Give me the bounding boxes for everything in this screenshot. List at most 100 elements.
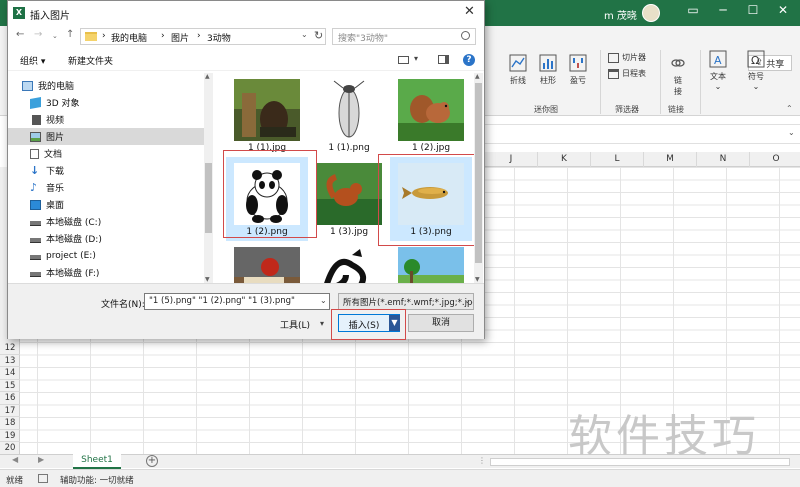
add-sheet-icon[interactable]: +: [146, 455, 158, 467]
accessibility-status[interactable]: 辅助功能: 一切就绪: [60, 474, 134, 486]
row-header[interactable]: 17: [0, 405, 20, 417]
tools-dropdown-icon[interactable]: ▾: [320, 319, 324, 328]
row-header[interactable]: 12: [0, 342, 20, 355]
cancel-button[interactable]: 取消: [408, 314, 474, 332]
excel-app-icon: X: [13, 7, 25, 19]
sparkline-column-button[interactable]: 柱形: [534, 54, 562, 86]
computer-icon: [22, 80, 33, 91]
close-window-icon[interactable]: ✕: [772, 3, 794, 17]
column-header[interactable]: K: [538, 152, 591, 167]
slicer-icon: [608, 52, 619, 63]
nav-item-music[interactable]: ♪ 音乐: [30, 179, 212, 196]
nav-pane-scrollbar[interactable]: ▲ ▼: [204, 73, 213, 283]
file-item[interactable]: 1 (1).png: [308, 73, 390, 157]
refresh-icon[interactable]: ↻: [314, 29, 323, 42]
nav-item-drive-c[interactable]: 本地磁盘 (C:): [30, 213, 212, 230]
formula-expand-icon[interactable]: ⌄: [788, 128, 795, 137]
row-header[interactable]: 19: [0, 430, 20, 442]
scroll-thumb[interactable]: [475, 83, 482, 263]
file-item[interactable]: [390, 241, 472, 283]
up-arrow-icon[interactable]: ↑: [66, 29, 74, 40]
filename-field[interactable]: "1 (5).png" "1 (2).png" "1 (3).png": [144, 293, 330, 310]
sheet-tab[interactable]: Sheet1: [73, 454, 121, 469]
forward-arrow-icon[interactable]: →: [34, 29, 42, 40]
view-options-icon[interactable]: [398, 56, 409, 64]
nav-item-drive-e[interactable]: project (E:): [30, 247, 212, 264]
new-folder-button[interactable]: 新建文件夹: [68, 54, 113, 67]
row-header[interactable]: 14: [0, 367, 20, 380]
preview-pane-icon[interactable]: [438, 55, 449, 64]
row-header[interactable]: 15: [0, 380, 20, 392]
insert-picture-dialog: X 插入图片 ✕ ← → ⌄ ↑ › 我的电脑 › 图片 › 3动物 ⌄ ↻ 搜…: [7, 0, 485, 340]
scroll-up-icon[interactable]: ▲: [205, 73, 210, 80]
scroll-down-icon[interactable]: ▼: [475, 276, 480, 283]
breadcrumb-item[interactable]: 图片: [171, 31, 189, 44]
nav-item-downloads[interactable]: ↓ 下载: [30, 162, 212, 179]
sparkline-line-button[interactable]: 折线: [504, 54, 532, 86]
tab-split-handle[interactable]: ⋮: [478, 456, 486, 465]
nav-item-desktop[interactable]: 桌面: [30, 196, 212, 213]
breadcrumb-separator[interactable]: ›: [102, 31, 106, 41]
drive-icon: [30, 238, 41, 243]
filename-dropdown-icon[interactable]: ⌄: [320, 296, 327, 305]
minimize-icon[interactable]: ─: [712, 3, 734, 17]
column-header[interactable]: O: [750, 152, 800, 167]
user-avatar[interactable]: [642, 4, 660, 22]
nav-item-pictures[interactable]: 图片: [8, 128, 210, 145]
file-thumbnail: [234, 247, 300, 283]
address-bar[interactable]: › 我的电脑 › 图片 › 3动物 ⌄ ↻: [80, 28, 326, 45]
help-icon[interactable]: ?: [463, 54, 475, 66]
file-item[interactable]: [308, 241, 390, 283]
breadcrumb-item[interactable]: 3动物: [207, 31, 231, 44]
sparkline-winloss-button[interactable]: 盈亏: [564, 54, 592, 86]
filetype-select[interactable]: 所有图片(*.emf;*.wmf;*.jpg;*.jpeg: [338, 293, 474, 310]
organize-button[interactable]: 组织 ▾: [20, 54, 45, 67]
ribbon-display-icon[interactable]: ▭: [682, 3, 704, 17]
symbol-button[interactable]: Ω 符号 ⌄: [742, 50, 770, 91]
nav-item-documents[interactable]: 文档: [30, 145, 212, 162]
breadcrumb-item[interactable]: 我的电脑: [111, 31, 147, 44]
maximize-icon[interactable]: ☐: [742, 3, 764, 17]
recent-locations-icon[interactable]: ⌄: [52, 32, 58, 40]
breadcrumb-separator[interactable]: ›: [197, 31, 201, 41]
column-header[interactable]: J: [485, 152, 538, 167]
scroll-down-icon[interactable]: ▼: [205, 276, 210, 283]
file-pane-scrollbar[interactable]: ▲ ▼: [474, 73, 483, 283]
search-icon: [461, 31, 470, 40]
link-button[interactable]: 链 接: [664, 54, 692, 97]
breadcrumb-separator[interactable]: ›: [161, 31, 165, 41]
dialog-titlebar[interactable]: X 插入图片 ✕: [8, 1, 484, 25]
next-sheet-icon[interactable]: ▶: [38, 455, 44, 464]
file-item[interactable]: 1 (1).jpg: [226, 73, 308, 157]
timeline-button[interactable]: 日程表: [608, 68, 646, 79]
row-header[interactable]: 13: [0, 355, 20, 367]
file-item[interactable]: 1 (2).jpg: [390, 73, 472, 157]
ribbon-collapse-icon[interactable]: ⌃: [786, 104, 793, 113]
tools-button[interactable]: 工具(L): [280, 318, 310, 331]
close-icon[interactable]: ✕: [464, 4, 475, 19]
row-header[interactable]: 18: [0, 417, 20, 430]
scroll-up-icon[interactable]: ▲: [475, 73, 480, 80]
slicer-button[interactable]: 切片器: [608, 52, 646, 63]
filetype-dropdown-icon[interactable]: ⌄: [464, 296, 471, 305]
formula-bar[interactable]: [485, 124, 800, 144]
macro-record-icon[interactable]: [38, 474, 48, 483]
nav-item-my-computer[interactable]: 我的电脑: [22, 77, 210, 94]
nav-item-drive-d[interactable]: 本地磁盘 (D:): [30, 230, 212, 247]
column-header[interactable]: N: [697, 152, 750, 167]
back-arrow-icon[interactable]: ←: [16, 29, 24, 40]
file-item[interactable]: [226, 241, 308, 283]
prev-sheet-icon[interactable]: ◀: [12, 455, 18, 464]
column-header[interactable]: L: [591, 152, 644, 167]
row-header[interactable]: 16: [0, 392, 20, 405]
address-dropdown-icon[interactable]: ⌄: [301, 30, 308, 39]
scroll-thumb[interactable]: [205, 163, 212, 233]
row-header[interactable]: 20: [0, 442, 20, 455]
text-button[interactable]: A 文本 ⌄: [704, 50, 732, 91]
search-input[interactable]: 搜索"3动物": [332, 28, 476, 45]
column-header[interactable]: M: [644, 152, 697, 167]
nav-item-drive-f[interactable]: 本地磁盘 (F:): [30, 264, 212, 281]
view-dropdown-icon[interactable]: ▾: [414, 54, 418, 63]
nav-item-3d-objects[interactable]: 3D 对象: [30, 94, 212, 111]
nav-item-videos[interactable]: 视频: [30, 111, 212, 128]
